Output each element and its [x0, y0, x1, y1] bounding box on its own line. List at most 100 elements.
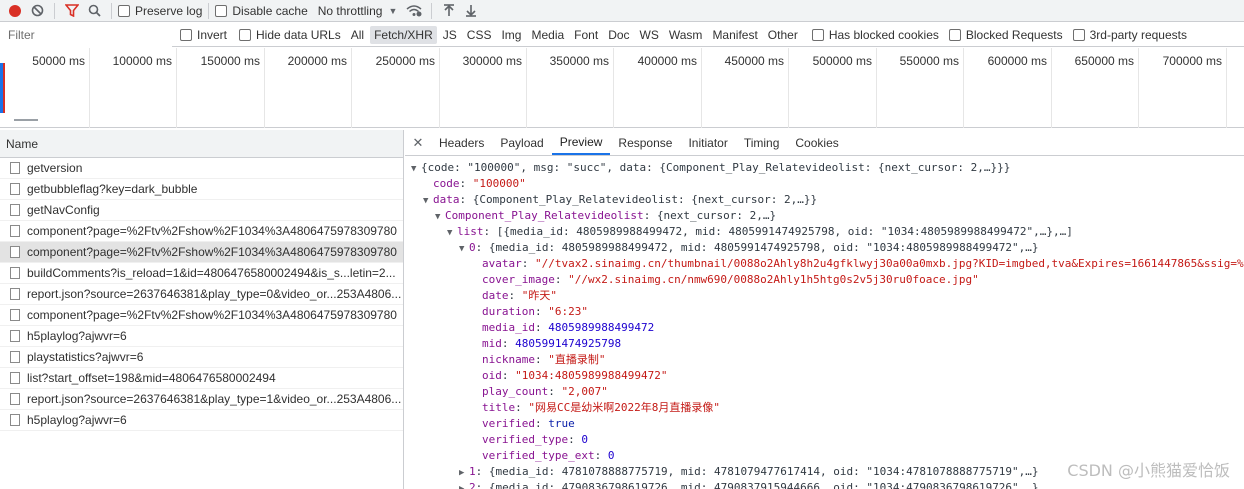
checkbox-icon[interactable] — [180, 28, 192, 41]
export-har-icon[interactable] — [460, 1, 482, 21]
filter-type-manifest[interactable]: Manifest — [708, 26, 761, 44]
tree-node-avatar: avatar: "//tvax2.sinaimg.cn/thumbnail/00… — [482, 257, 1244, 270]
request-row-selected[interactable]: component?page=%2Ftv%2Fshow%2F1034%3A480… — [0, 242, 403, 263]
tree-node-verified: verified: true — [482, 417, 575, 430]
tab-timing[interactable]: Timing — [736, 130, 788, 155]
search-icon[interactable] — [83, 1, 105, 21]
tree-node-component[interactable]: ▼ Component_Play_Relatevideolist: {next_c… — [405, 208, 1244, 224]
request-row[interactable]: h5playlog?ajwvr=6 — [0, 410, 403, 431]
tree-node-mid: mid: 4805991474925798 — [482, 337, 622, 350]
throttling-select[interactable]: No throttling ▼ — [318, 4, 398, 18]
filter-type-fetch-xhr[interactable]: Fetch/XHR — [370, 25, 437, 44]
filter-input[interactable] — [0, 22, 172, 47]
xhr-file-icon — [10, 288, 20, 300]
tab-cookies[interactable]: Cookies — [787, 130, 846, 155]
request-row[interactable]: playstatistics?ajwvr=6 — [0, 347, 403, 368]
tree-node-list[interactable]: ▼ list: [{media_id: 4805989988499472, mid… — [405, 224, 1244, 240]
xhr-file-icon — [10, 351, 20, 363]
name-column-header[interactable]: Name — [0, 130, 403, 158]
clear-icon[interactable] — [26, 1, 48, 21]
disable-cache-checkbox[interactable]: Disable cache — [215, 3, 308, 18]
filter-type-doc[interactable]: Doc — [604, 26, 633, 44]
timeline-tick: 450000 ms — [702, 48, 789, 128]
tree-node-verified-type: verified_type: 0 — [482, 433, 588, 446]
import-har-icon[interactable] — [438, 1, 460, 21]
request-row[interactable]: getNavConfig — [0, 200, 403, 221]
timeline-tick: 550000 ms — [877, 48, 964, 128]
checkbox-icon[interactable] — [1072, 28, 1085, 41]
tab-payload[interactable]: Payload — [492, 130, 551, 155]
tree-node-item-2[interactable]: ▶ 2: {media_id: 4790836798619726, mid: 47… — [405, 480, 1244, 489]
invert-label: Invert — [197, 27, 228, 42]
close-icon[interactable]: ✕ — [405, 130, 431, 155]
tab-response[interactable]: Response — [610, 130, 680, 155]
tab-initiator[interactable]: Initiator — [680, 130, 735, 155]
filter-type-img[interactable]: Img — [497, 26, 525, 44]
xhr-file-icon — [10, 225, 20, 237]
tab-preview[interactable]: Preview — [551, 130, 611, 155]
timeline-tick: 300000 ms — [440, 48, 527, 128]
hide-data-urls-checkbox[interactable]: Hide data URLs — [239, 28, 341, 42]
checkbox-icon[interactable] — [118, 4, 130, 17]
expanded-triangle-icon[interactable]: ▼ — [411, 161, 421, 177]
collapsed-triangle-icon[interactable]: ▶ — [459, 465, 469, 481]
blocked-requests-label: Blocked Requests — [965, 27, 1063, 42]
throttling-value: No throttling — [317, 3, 383, 18]
timeline-tick: 500000 ms — [789, 48, 877, 128]
checkbox-icon[interactable] — [215, 4, 228, 17]
timeline-tick: 650000 ms — [1052, 48, 1139, 128]
timeline-tick: 150000 ms — [177, 48, 265, 128]
request-row[interactable]: component?page=%2Ftv%2Fshow%2F1034%3A480… — [0, 221, 403, 242]
record-icon[interactable] — [4, 1, 26, 21]
tree-node-data[interactable]: ▼ data: {Component_Play_Relatevideolist: … — [405, 192, 1244, 208]
expanded-triangle-icon[interactable]: ▼ — [435, 209, 445, 225]
filter-type-media[interactable]: Media — [527, 26, 568, 44]
filter-icon[interactable] — [61, 1, 83, 21]
tree-node-duration: duration: "6:23" — [482, 305, 588, 318]
filter-type-wasm[interactable]: Wasm — [665, 26, 707, 44]
disable-cache-label: Disable cache — [232, 3, 308, 18]
filter-type-all[interactable]: All — [347, 26, 368, 44]
tab-headers[interactable]: Headers — [431, 130, 492, 155]
timeline-tick: 200000 ms — [265, 48, 352, 128]
filter-type-font[interactable]: Font — [570, 26, 602, 44]
xhr-file-icon — [10, 309, 20, 321]
request-row[interactable]: list?start_offset=198&mid=48064765800024… — [0, 368, 403, 389]
preserve-log-checkbox[interactable]: Preserve log — [118, 4, 202, 18]
request-row[interactable]: report.json?source=2637646381&play_type=… — [0, 389, 403, 410]
filter-type-ws[interactable]: WS — [636, 26, 663, 44]
timeline-tick: 700000 ms — [1139, 48, 1227, 128]
checkbox-icon[interactable] — [239, 28, 252, 41]
third-party-checkbox[interactable]: 3rd-party requests — [1072, 27, 1187, 42]
checkbox-icon[interactable] — [811, 28, 824, 41]
request-row[interactable]: buildComments?is_reload=1&id=48064765800… — [0, 263, 403, 284]
filter-type-other[interactable]: Other — [764, 26, 802, 44]
expanded-triangle-icon[interactable]: ▼ — [459, 241, 469, 257]
watermark: CSDN @小熊猫爱恰饭 — [1067, 461, 1230, 480]
invert-checkbox[interactable]: Invert — [180, 28, 227, 42]
request-list: Name getversion getbubbleflag?key=dark_b… — [0, 130, 404, 489]
tree-root[interactable]: ▼ {code: "100000", msg: "succ", data: {Co… — [405, 160, 1244, 176]
network-conditions-icon[interactable] — [403, 1, 425, 21]
request-row[interactable]: h5playlog?ajwvr=6 — [0, 326, 403, 347]
request-row[interactable]: report.json?source=2637646381&play_type=… — [0, 284, 403, 305]
checkbox-icon[interactable] — [948, 28, 961, 41]
tree-node-date: date: "昨天" — [482, 289, 557, 302]
timeline-overview[interactable]: 50000 ms 100000 ms 150000 ms 200000 ms 2… — [0, 48, 1244, 128]
chevron-down-icon: ▼ — [388, 5, 398, 16]
third-party-label: 3rd-party requests — [1089, 27, 1187, 42]
expanded-triangle-icon[interactable]: ▼ — [423, 193, 433, 209]
blocked-requests-checkbox[interactable]: Blocked Requests — [948, 27, 1063, 42]
filter-type-js[interactable]: JS — [439, 26, 461, 44]
has-blocked-cookies-checkbox[interactable]: Has blocked cookies — [811, 28, 939, 42]
filter-type-css[interactable]: CSS — [463, 26, 496, 44]
filter-bar: Invert Hide data URLs All Fetch/XHR JS C… — [0, 22, 1244, 47]
request-row[interactable]: component?page=%2Ftv%2Fshow%2F1034%3A480… — [0, 305, 403, 326]
request-row[interactable]: getversion — [0, 158, 403, 179]
preserve-log-label: Preserve log — [135, 3, 203, 18]
xhr-file-icon — [10, 183, 20, 195]
expanded-triangle-icon[interactable]: ▼ — [447, 225, 457, 241]
request-row[interactable]: getbubbleflag?key=dark_bubble — [0, 179, 403, 200]
tree-node-item-0[interactable]: ▼ 0: {media_id: 4805989988499472, mid: 48… — [405, 240, 1244, 256]
collapsed-triangle-icon[interactable]: ▶ — [459, 481, 469, 489]
